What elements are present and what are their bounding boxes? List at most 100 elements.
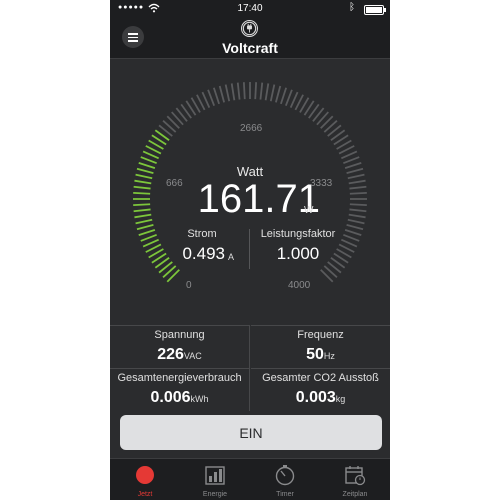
gauge-segment: [254, 82, 258, 100]
gauge-segment: [349, 185, 367, 190]
gauge-segment: [347, 173, 365, 180]
gauge-segment: [201, 91, 211, 109]
energy-value: 0.006kWh: [110, 389, 249, 407]
power-dot-icon: [136, 466, 154, 484]
power-factor-label: Leistungsfaktor: [260, 228, 336, 240]
grid-divider: [249, 325, 250, 411]
plug-icon: [241, 20, 258, 37]
measurement-grid: Spannung 226VAC Frequenz 50Hz Gesamtener…: [110, 325, 390, 411]
gauge-tick-label: 3333: [310, 178, 333, 189]
voltage-number: 226: [157, 346, 184, 363]
gauge-segment: [242, 82, 246, 100]
hamburger-line: [128, 36, 138, 38]
gauge-segment-active: [133, 185, 151, 190]
gauge-segment: [284, 89, 293, 106]
tab-energy[interactable]: Energie: [180, 459, 250, 500]
gauge-segment-active: [135, 173, 153, 180]
gauge-segment-active: [142, 150, 160, 160]
gauge-segment-active: [133, 191, 151, 195]
calendar-icon: [345, 466, 366, 486]
gauge-segment: [343, 156, 360, 165]
gauge-segment: [346, 167, 364, 174]
battery-icon: [364, 5, 386, 15]
gauge-segment: [340, 150, 358, 160]
gauge-segment: [289, 91, 299, 109]
gauge-tick-label: 4000: [288, 280, 311, 291]
device-title: Voltcraft: [222, 40, 278, 56]
frequency-value: 50Hz: [251, 346, 390, 364]
gauge-segment-active: [134, 213, 152, 219]
gauge-segment: [349, 203, 367, 207]
tab-timer[interactable]: Timer: [250, 459, 320, 500]
gauge-segment-active: [135, 218, 153, 225]
energy-unit: kWh: [190, 394, 209, 404]
status-bar: ●●●●● 17:40 ᛒ: [110, 0, 390, 18]
gauge-segment: [348, 179, 366, 185]
voltage-value: 226VAC: [110, 346, 249, 364]
gauge-segment: [344, 161, 362, 169]
gauge-segment: [264, 83, 270, 101]
gauge-segment: [280, 87, 288, 105]
voltage-unit: VAC: [183, 351, 202, 361]
frequency-label: Frequenz: [297, 329, 344, 341]
gauge-segment: [344, 229, 362, 237]
frequency-unit: Hz: [323, 351, 335, 361]
power-factor-value: 1.000: [276, 244, 320, 263]
voltage-cell: Spannung 226VAC: [110, 325, 249, 367]
gauge-segment: [236, 82, 241, 100]
gauge-segment: [346, 224, 364, 231]
gauge-segment: [218, 85, 225, 103]
power-gauge: Watt 161.71 W Strom 0.493 A Leistungsfak…: [110, 59, 390, 325]
gauge-segment: [207, 89, 216, 106]
gauge-tick-label: 0: [186, 280, 192, 291]
watt-unit: W: [304, 205, 314, 216]
gauge-tick-label: 666: [166, 178, 183, 189]
tab-label: Jetzt: [137, 491, 153, 498]
gauge-segment-active: [133, 203, 151, 207]
app-screen: ●●●●● 17:40 ᛒ Voltcraft Watt 161.71 W St…: [110, 0, 390, 500]
current-unit: A: [228, 252, 235, 262]
energy-label: Gesamtenergieverbrauch: [117, 372, 242, 384]
gauge-segment: [275, 85, 282, 103]
gauge-segment: [348, 213, 366, 219]
co2-number: 0.003: [295, 389, 336, 406]
gauge-segment-active: [140, 233, 157, 242]
gauge-segment-active: [133, 208, 151, 213]
gauge-segment-active: [134, 179, 152, 185]
hamburger-icon: [128, 33, 138, 35]
gauge-segment-active: [140, 156, 157, 165]
frequency-cell: Frequenz 50Hz: [251, 325, 390, 367]
co2-unit: kg: [335, 394, 346, 404]
power-on-button[interactable]: EIN: [120, 415, 382, 450]
tab-label: Energie: [202, 491, 228, 498]
gauge-segment: [230, 83, 236, 101]
co2-label: Gesamter CO2 Ausstoß: [262, 372, 379, 384]
watt-value: 161.71: [197, 177, 320, 221]
tab-label: Timer: [276, 491, 294, 498]
gauge-segment: [259, 82, 264, 100]
gauge-segment: [212, 87, 220, 105]
co2-value: 0.003kg: [251, 389, 390, 407]
navigation-bar: Voltcraft: [110, 18, 390, 59]
gauge-segment-active: [138, 229, 156, 237]
gauge-tick-label: 2666: [240, 123, 263, 134]
frequency-number: 50: [306, 346, 324, 363]
bluetooth-icon: ᛒ: [349, 2, 355, 13]
gauge-segment-active: [136, 224, 154, 231]
tab-schedule[interactable]: Zeitplan: [320, 459, 390, 500]
co2-cell: Gesamter CO2 Ausstoß 0.003kg: [251, 368, 390, 410]
current-value: 0.493: [182, 244, 225, 263]
tab-bar: Jetzt Energie Timer Zeitplan: [110, 458, 390, 500]
energy-cell: Gesamtenergieverbrauch 0.006kWh: [110, 368, 249, 410]
gauge-segment-active: [136, 167, 154, 174]
tab-now[interactable]: Jetzt: [110, 459, 180, 500]
tab-label: Zeitplan: [342, 491, 368, 498]
gauge-segment: [269, 84, 276, 102]
energy-number: 0.006: [150, 389, 191, 406]
status-time: 17:40: [237, 3, 263, 14]
gauge-segment: [224, 84, 231, 102]
gauge-segment: [347, 218, 365, 225]
voltage-label: Spannung: [154, 329, 205, 341]
gauge-segment: [349, 191, 367, 195]
gauge-segment: [349, 208, 367, 213]
